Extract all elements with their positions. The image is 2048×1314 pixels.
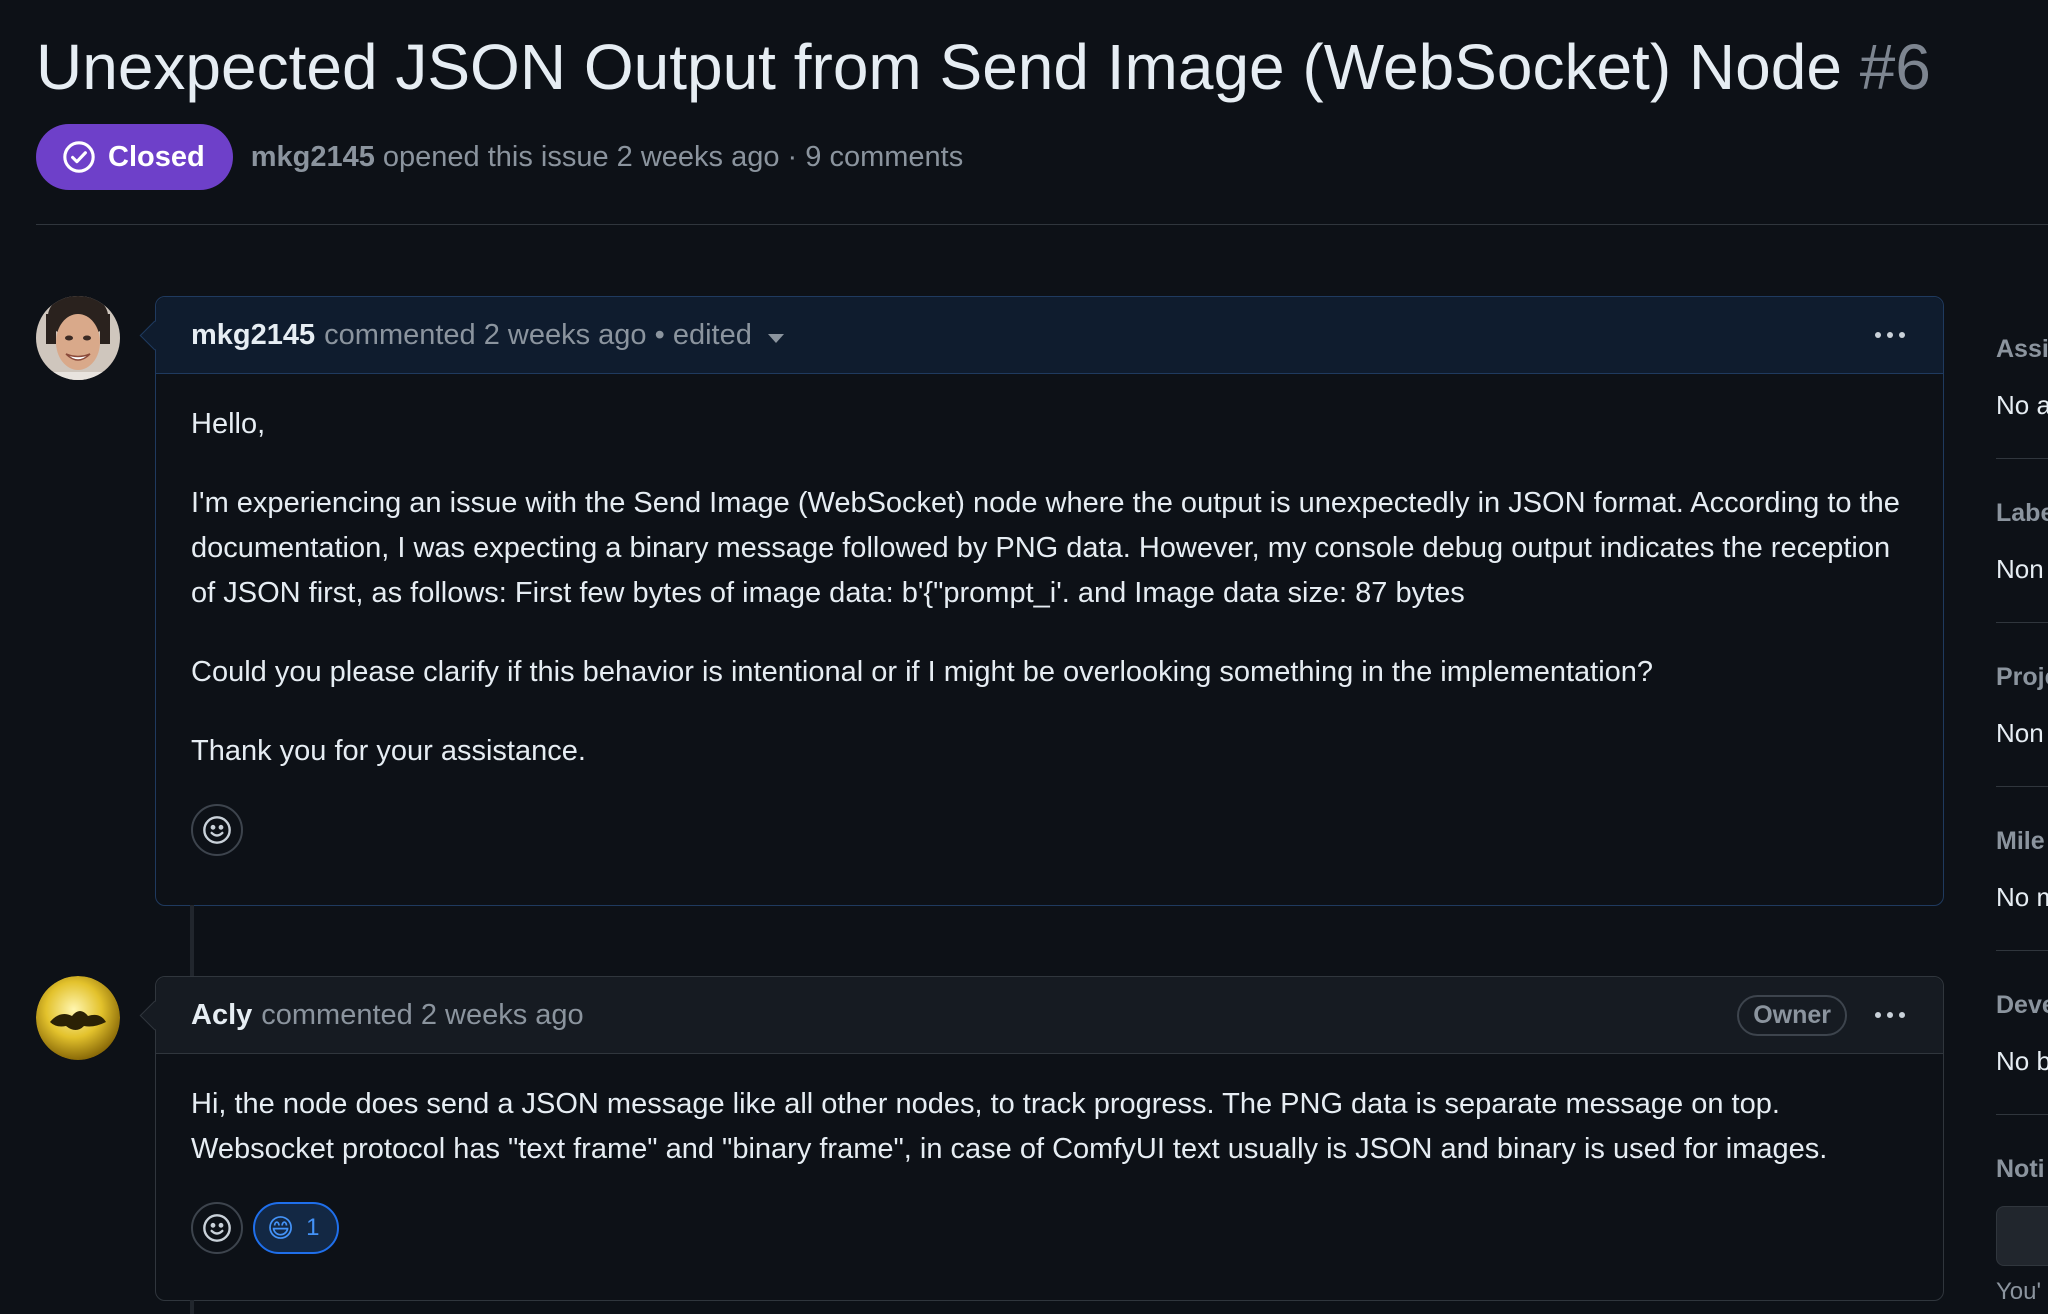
sidebar-heading[interactable]: Labe <box>1996 499 2048 528</box>
sidebar-section-projects[interactable]: Proje Non <box>1996 658 2048 822</box>
sidebar-section-development[interactable]: Deve No b <box>1996 986 2048 1150</box>
sidebar-value: No b <box>1996 1046 2048 1076</box>
subscribe-button[interactable] <box>1996 1206 2048 1266</box>
add-reaction-button[interactable] <box>191 804 243 856</box>
state-label: Closed <box>108 140 205 173</box>
avatar[interactable] <box>36 296 120 380</box>
sidebar-value: No a <box>1996 390 2048 420</box>
sidebar-section-labels[interactable]: Labe Non <box>1996 494 2048 658</box>
comment-header: mkg2145 commented 2 weeks ago • edited <box>139 297 1943 374</box>
sidebar-value: No m <box>1996 882 2048 912</box>
issue-title: Unexpected JSON Output from Send Image (… <box>36 22 1931 112</box>
issue-sidebar: Assi No a Labe Non Proje Non Mile No m D… <box>1996 330 2048 1314</box>
notifications-note: You' <box>1996 1278 2042 1305</box>
smiley-icon <box>203 1214 231 1242</box>
issue-number: #6 <box>1859 31 1931 103</box>
comment: Acly commented 2 weeks ago Owner Hi, the… <box>139 976 1944 1301</box>
comment-author-link[interactable]: Acly <box>191 999 252 1032</box>
sidebar-heading: Noti <box>1996 1155 2045 1183</box>
sidebar-section-milestone[interactable]: Mile No m <box>1996 822 2048 986</box>
sidebar-heading[interactable]: Deve <box>1996 991 2048 1020</box>
issue-meta-text: mkg2145 opened this issue 2 weeks ago · … <box>251 141 964 174</box>
state-badge: Closed <box>36 124 233 190</box>
comment-body: Hi, the node does send a JSON message li… <box>156 1054 1943 1282</box>
add-reaction-button[interactable] <box>191 1202 243 1254</box>
comment-options-button[interactable] <box>1871 326 1909 344</box>
issue-author-link[interactable]: mkg2145 <box>251 141 375 173</box>
timeline-connector <box>190 1300 194 1314</box>
kebab-dot-icon <box>1899 1012 1905 1018</box>
comment-paragraph: Hi, the node does send a JSON message li… <box>191 1088 1828 1165</box>
user-avatar-photo <box>36 296 120 380</box>
reactions-bar: 😄 1 <box>191 1202 1908 1254</box>
reaction-count: 1 <box>306 1214 320 1241</box>
comment-author-link[interactable]: mkg2145 <box>191 319 315 352</box>
kebab-dot-icon <box>1899 332 1905 338</box>
check-circle-icon <box>63 141 95 173</box>
issue-title-text: Unexpected JSON Output from Send Image (… <box>36 31 1842 103</box>
comment: mkg2145 commented 2 weeks ago • edited H… <box>139 296 1944 906</box>
comment-paragraph: Thank you for your assistance. <box>191 735 586 767</box>
comment-body: Hello, I'm experiencing an issue with th… <box>156 374 1943 884</box>
comment-paragraph: Could you please clarify if this behavio… <box>191 656 1654 688</box>
avatar[interactable] <box>36 976 120 1060</box>
comment-header: Acly commented 2 weeks ago Owner <box>139 977 1943 1054</box>
sidebar-heading[interactable]: Mile <box>1996 827 2045 856</box>
sidebar-value: Non <box>1996 718 2044 748</box>
reaction-smile-button[interactable]: 😄 1 <box>253 1202 340 1254</box>
kebab-dot-icon <box>1887 1012 1893 1018</box>
comment-timestamp[interactable]: commented 2 weeks ago <box>261 999 583 1032</box>
kebab-dot-icon <box>1875 332 1881 338</box>
issue-meta-detail: opened this issue 2 weeks ago · 9 commen… <box>382 140 964 173</box>
smile-emoji-icon: 😄 <box>267 1212 295 1243</box>
comment-caret <box>139 320 170 351</box>
sidebar-heading[interactable]: Assi <box>1996 335 2048 364</box>
sidebar-value: Non <box>1996 554 2044 584</box>
kebab-dot-icon <box>1887 332 1893 338</box>
owner-avatar-logo <box>36 976 120 1060</box>
issue-page: Unexpected JSON Output from Send Image (… <box>0 0 2048 1314</box>
kebab-dot-icon <box>1875 1012 1881 1018</box>
issue-meta: Closed mkg2145 opened this issue 2 weeks… <box>36 123 963 191</box>
owner-badge: Owner <box>1737 994 1847 1036</box>
comment-options-button[interactable] <box>1871 1006 1909 1024</box>
comment-timestamp[interactable]: commented 2 weeks ago • edited <box>324 319 752 352</box>
header-divider <box>36 224 2048 225</box>
comment-paragraph: I'm experiencing an issue with the Send … <box>191 487 1900 609</box>
smiley-icon <box>203 816 231 844</box>
timeline-connector <box>190 905 194 979</box>
chevron-down-icon[interactable] <box>767 333 784 343</box>
sidebar-heading[interactable]: Proje <box>1996 663 2048 692</box>
comment-paragraph: Hello, <box>191 408 266 440</box>
comment-caret <box>139 1000 170 1031</box>
sidebar-section-assignees[interactable]: Assi No a <box>1996 330 2048 494</box>
reactions-bar <box>191 804 1908 856</box>
